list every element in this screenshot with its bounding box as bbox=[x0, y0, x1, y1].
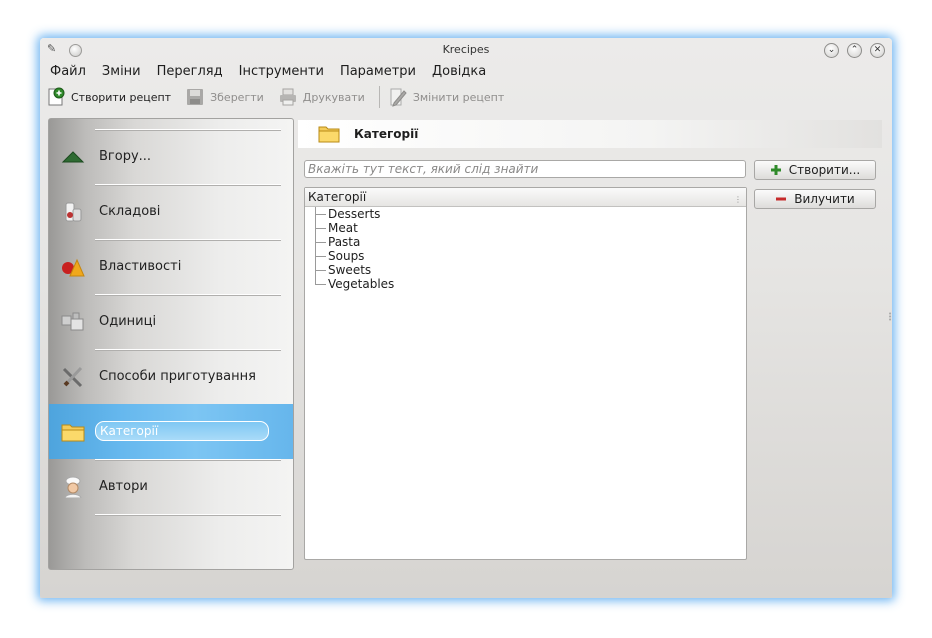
cooking-methods-icon bbox=[61, 366, 85, 388]
panel-header: Категорії bbox=[298, 120, 882, 148]
tree-row[interactable]: Desserts bbox=[305, 207, 746, 221]
tree-row-label: Soups bbox=[328, 249, 365, 263]
tree-row[interactable]: Soups bbox=[305, 249, 746, 263]
splitter-handle[interactable]: • • • bbox=[888, 311, 892, 324]
sidebar-item-ingredients[interactable]: Складові bbox=[49, 184, 293, 239]
tree-row-label: Desserts bbox=[328, 207, 381, 221]
toolbar: Створити рецепт Зберегти Друкувати Зміни… bbox=[46, 86, 518, 108]
tree-row-label: Sweets bbox=[328, 263, 372, 277]
ingredients-icon bbox=[61, 201, 85, 223]
save-label: Зберегти bbox=[210, 90, 264, 104]
sidebar-item-label: Властивості bbox=[99, 259, 182, 274]
menu-view[interactable]: Перегляд bbox=[157, 64, 223, 82]
folder-icon bbox=[61, 421, 85, 443]
sidebar: Вгору... Складові Властивості Одиниці Сп… bbox=[48, 118, 294, 570]
sidebar-item-label: Вгору... bbox=[99, 149, 152, 164]
divider bbox=[95, 239, 281, 240]
remove-button-label: Вилучити bbox=[794, 192, 855, 206]
sidebar-item-label: Способи приготування bbox=[99, 369, 256, 384]
menu-help[interactable]: Довідка bbox=[432, 64, 486, 82]
tree-row[interactable]: Sweets bbox=[305, 263, 746, 277]
edit-recipe-label: Змінити рецепт bbox=[412, 90, 505, 104]
save-button[interactable]: Зберегти bbox=[185, 87, 264, 107]
search-input[interactable] bbox=[304, 160, 746, 178]
menu-file[interactable]: Файл bbox=[50, 64, 86, 82]
sidebar-item-label: Категорії bbox=[95, 421, 269, 441]
divider bbox=[95, 294, 281, 295]
edit-icon bbox=[388, 87, 408, 107]
toolbar-separator bbox=[378, 86, 380, 108]
create-button[interactable]: Створити... bbox=[754, 160, 876, 180]
close-button[interactable]: ✕ bbox=[870, 43, 885, 58]
sidebar-bottom-divider bbox=[49, 514, 293, 515]
remove-button[interactable]: Вилучити bbox=[754, 189, 876, 209]
tree-header-label: Категорії bbox=[308, 190, 367, 204]
sidebar-item-label: Складові bbox=[99, 204, 161, 219]
menu-edit[interactable]: Зміни bbox=[102, 64, 141, 82]
sidebar-item-label: Автори bbox=[99, 479, 148, 494]
print-button[interactable]: Друкувати bbox=[278, 87, 365, 107]
sidebar-item-label: Одиниці bbox=[99, 314, 157, 329]
tree-row[interactable]: Pasta bbox=[305, 235, 746, 249]
maximize-button[interactable]: ⌃ bbox=[847, 43, 862, 58]
create-button-label: Створити... bbox=[788, 163, 861, 177]
title-bar: ✎ Krecipes ⌄ ⌃ ✕ bbox=[40, 38, 892, 62]
window-title: Krecipes bbox=[442, 43, 490, 56]
tree-row-label: Meat bbox=[328, 221, 358, 235]
divider bbox=[95, 459, 281, 460]
divider bbox=[95, 184, 281, 185]
sidebar-item-cooking-methods[interactable]: Способи приготування bbox=[49, 349, 293, 404]
sidebar-item-units[interactable]: Одиниці bbox=[49, 294, 293, 349]
menu-tools[interactable]: Інструменти bbox=[239, 64, 324, 82]
tree-row[interactable]: Vegetables bbox=[305, 277, 746, 291]
units-icon bbox=[61, 311, 85, 333]
menu-bar: Файл Зміни Перегляд Інструменти Параметр… bbox=[50, 64, 502, 82]
up-arrow-icon bbox=[61, 146, 85, 168]
page-title: Категорії bbox=[354, 127, 419, 141]
main-window: ✎ Krecipes ⌄ ⌃ ✕ Файл Зміни Перегляд Інс… bbox=[40, 38, 892, 598]
edit-recipe-button[interactable]: Змінити рецепт bbox=[388, 87, 504, 107]
sidebar-item-categories[interactable]: Категорії bbox=[49, 404, 293, 459]
menu-settings[interactable]: Параметри bbox=[340, 64, 416, 82]
sidebar-item-properties[interactable]: Властивості bbox=[49, 239, 293, 294]
printer-icon bbox=[278, 87, 298, 107]
print-label: Друкувати bbox=[302, 90, 365, 104]
folder-icon bbox=[318, 126, 340, 143]
tree-row[interactable]: Meat bbox=[305, 221, 746, 235]
minimize-button[interactable]: ⌄ bbox=[824, 43, 839, 58]
new-document-icon bbox=[46, 87, 66, 107]
tree-row-label: Pasta bbox=[328, 235, 361, 249]
properties-icon bbox=[61, 256, 85, 278]
sidebar-item-up[interactable]: Вгору... bbox=[49, 129, 293, 184]
new-recipe-button[interactable]: Створити рецепт bbox=[46, 87, 171, 107]
plus-icon bbox=[770, 164, 782, 176]
minus-icon bbox=[775, 193, 787, 205]
sidebar-item-authors[interactable]: Автори bbox=[49, 459, 293, 514]
category-tree[interactable]: Категорії ⋮ Desserts Meat Pasta Soups Sw… bbox=[304, 187, 747, 560]
tree-column-header[interactable]: Категорії ⋮ bbox=[305, 188, 746, 207]
divider bbox=[95, 349, 281, 350]
save-icon bbox=[185, 87, 205, 107]
chef-icon bbox=[61, 476, 85, 499]
tree-row-label: Vegetables bbox=[328, 277, 395, 291]
divider bbox=[95, 129, 281, 130]
new-recipe-label: Створити рецепт bbox=[71, 90, 172, 104]
